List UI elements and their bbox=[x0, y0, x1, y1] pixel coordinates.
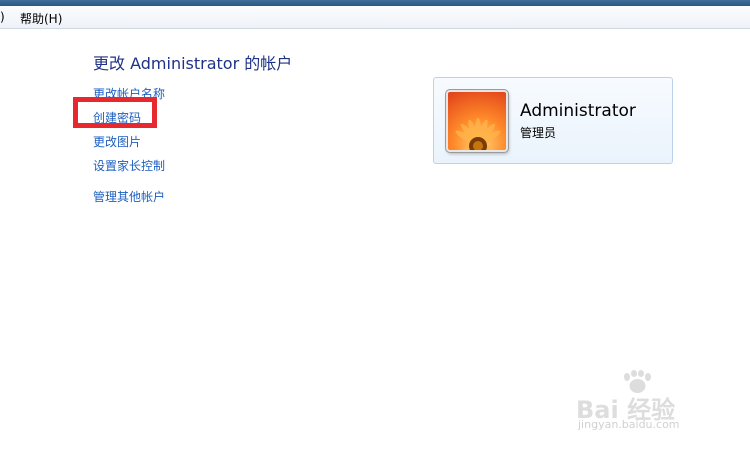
page-title: 更改 Administrator 的帐户 bbox=[93, 54, 293, 73]
flower-icon bbox=[446, 90, 508, 152]
menu-item-previous[interactable]: ) bbox=[0, 10, 5, 24]
task-link-manage-other-accounts[interactable]: 管理其他帐户 bbox=[93, 188, 165, 205]
watermark-url: jingyan.baidu.com bbox=[578, 418, 680, 431]
menu-item-help[interactable]: 帮助(H) bbox=[20, 10, 62, 27]
account-role: 管理员 bbox=[520, 126, 557, 140]
menu-bar: ) 帮助(H) bbox=[0, 6, 750, 29]
task-link-parental-controls[interactable]: 设置家长控制 bbox=[93, 157, 165, 174]
highlight-box bbox=[73, 97, 157, 128]
account-card: Administrator 管理员 bbox=[433, 77, 673, 164]
account-name: Administrator bbox=[520, 101, 636, 121]
task-link-change-picture[interactable]: 更改图片 bbox=[93, 133, 141, 150]
baidu-watermark: Bai 经验 jingyan.baidu.com bbox=[572, 368, 722, 431]
